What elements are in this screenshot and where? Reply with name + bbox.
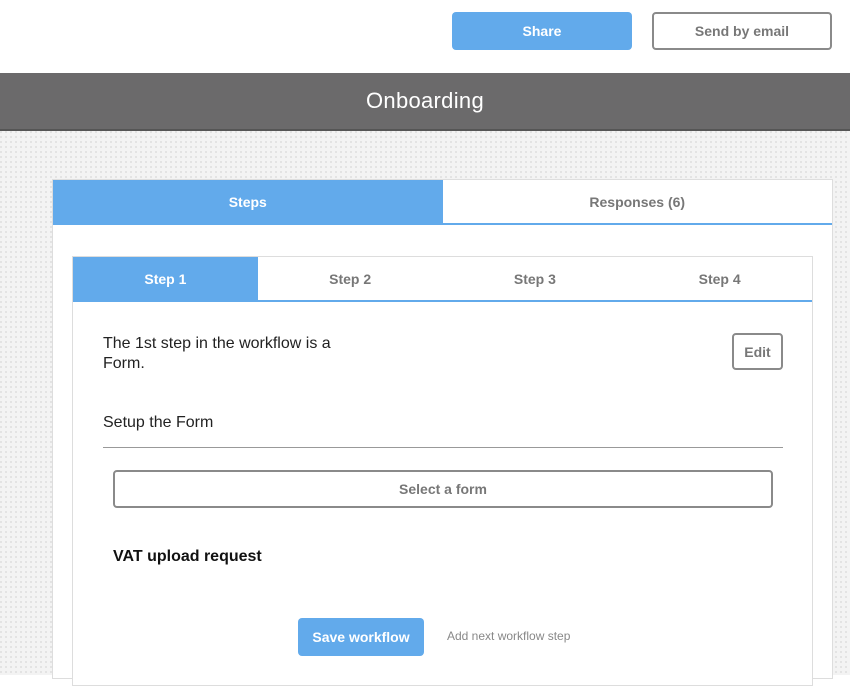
divider [103, 447, 783, 448]
share-button[interactable]: Share [452, 12, 632, 50]
save-workflow-button[interactable]: Save workflow [298, 618, 424, 656]
selected-form-name: VAT upload request [113, 548, 262, 565]
edit-button[interactable]: Edit [732, 333, 783, 370]
tab-responses[interactable]: Responses (6) [442, 180, 832, 223]
select-form-button[interactable]: Select a form [113, 470, 773, 508]
tab-steps[interactable]: Steps [53, 180, 443, 223]
step-panel: Step 1 Step 2 Step 3 Step 4 The 1st step… [72, 256, 813, 686]
top-toolbar: Share Send by email [0, 0, 850, 73]
tab-step-1[interactable]: Step 1 [73, 257, 258, 300]
tab-step-2[interactable]: Step 2 [257, 257, 443, 300]
main-tabs: Steps Responses (6) [53, 180, 832, 225]
page-title: Onboarding [0, 73, 850, 131]
step-description: The 1st step in the workflow is a Form. [103, 335, 331, 372]
add-next-step-link[interactable]: Add next workflow step [447, 629, 570, 643]
tab-step-4[interactable]: Step 4 [627, 257, 812, 300]
workflow-card: Steps Responses (6) Step 1 Step 2 Step 3… [52, 179, 833, 686]
setup-form-heading: Setup the Form [103, 414, 214, 431]
step-tabs: Step 1 Step 2 Step 3 Step 4 [73, 257, 812, 302]
send-by-email-button[interactable]: Send by email [652, 12, 832, 50]
tab-step-3[interactable]: Step 3 [442, 257, 628, 300]
